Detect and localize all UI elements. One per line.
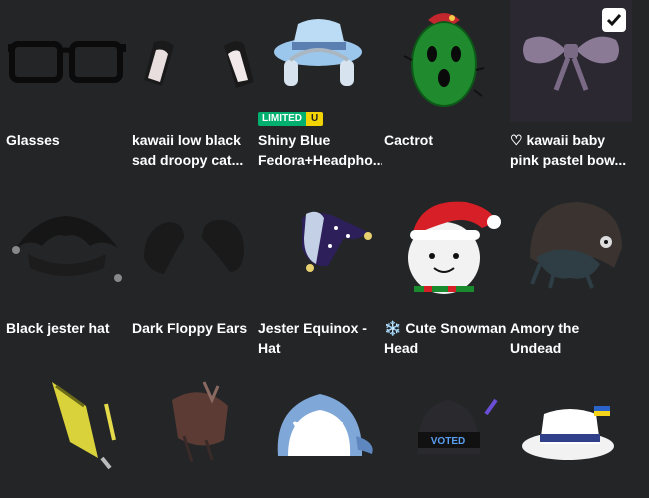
item-card-jester-equinox[interactable]: Jester Equinox - Hat (258, 188, 380, 358)
voted-beanie-image: VOTED (417, 398, 498, 454)
cat-ears-image (144, 40, 254, 88)
item-thumbnail[interactable] (510, 0, 632, 122)
voted-label: VOTED (431, 436, 465, 447)
item-name[interactable]: ❄️ Cute Snowman Head (384, 318, 508, 358)
item-thumbnail[interactable] (258, 188, 380, 310)
item-thumbnail[interactable] (510, 188, 632, 310)
item-card-kawaii-bow[interactable]: ♡ kawaii baby pink pastel bow... (510, 0, 632, 170)
item-card-cactrot[interactable]: Cactrot (384, 0, 506, 150)
glasses-image (8, 41, 126, 83)
jester-hat-image (12, 216, 122, 282)
item-thumbnail[interactable] (132, 0, 254, 122)
item-name[interactable]: ♡ kawaii baby pink pastel bow... (510, 130, 634, 170)
item-thumbnail[interactable]: VOTED (384, 376, 506, 498)
brown-hat-image (172, 381, 228, 463)
item-name[interactable]: Dark Floppy Ears (132, 318, 256, 338)
item-card-row3-1[interactable] (6, 376, 128, 498)
item-thumbnail[interactable] (6, 376, 128, 498)
item-name[interactable]: Black jester hat (6, 318, 130, 338)
item-thumbnail[interactable] (6, 188, 128, 310)
item-thumbnail[interactable] (384, 0, 506, 122)
item-card-glasses[interactable]: Glasses (6, 0, 128, 150)
item-thumbnail[interactable] (258, 376, 380, 498)
item-card-row3-3[interactable] (258, 376, 380, 498)
item-name[interactable]: Glasses (6, 130, 130, 150)
item-card-cute-snowman[interactable]: ❄️ Cute Snowman Head (384, 188, 506, 358)
item-thumbnail[interactable] (132, 376, 254, 498)
item-card-row3-4[interactable]: VOTED (384, 376, 506, 498)
limited-u-badge: LIMITED U (258, 112, 324, 126)
item-card-cat-ears[interactable]: kawaii low black sad droopy cat... (132, 0, 254, 170)
jester-equinox-image (302, 211, 372, 272)
floppy-ears-image (144, 219, 244, 274)
item-card-shiny-blue-fedora[interactable]: LIMITED U Shiny Blue Fedora+Headpho... (258, 0, 382, 170)
accessory-grid: Glasses kawaii low black sad droopy cat.… (0, 0, 649, 486)
item-thumbnail[interactable] (6, 0, 128, 122)
item-card-row3-2[interactable] (132, 376, 254, 498)
item-card-row3-5[interactable] (510, 376, 632, 498)
limited-label: LIMITED (258, 112, 306, 126)
checkmark-icon (606, 14, 622, 27)
cactrot-image (403, 13, 485, 107)
snowman-head-image (408, 201, 501, 294)
shark-hood-image (277, 394, 373, 456)
item-thumbnail[interactable] (132, 188, 254, 310)
item-name[interactable]: kawaii low black sad droopy cat... (132, 130, 256, 170)
item-thumbnail[interactable] (510, 376, 632, 498)
fedora-headphones-image (274, 19, 362, 86)
item-card-dark-floppy-ears[interactable]: Dark Floppy Ears (132, 188, 254, 338)
white-fedora-image (522, 406, 614, 460)
item-thumbnail[interactable]: LIMITED U (258, 0, 380, 126)
item-card-amory-necromancer[interactable]: Amory the Undead Necromancer -... (510, 188, 632, 358)
item-thumbnail[interactable] (384, 188, 506, 310)
item-name[interactable]: Amory the Undead Necromancer -... (510, 318, 634, 358)
unique-label: U (306, 112, 324, 126)
selected-checkbox[interactable] (602, 8, 626, 32)
item-name[interactable]: Shiny Blue Fedora+Headpho... (258, 130, 382, 170)
item-name[interactable]: Jester Equinox - Hat (258, 318, 382, 358)
necromancer-hood-image (530, 202, 622, 289)
yellow-harp-image (52, 382, 116, 470)
item-card-black-jester-hat[interactable]: Black jester hat (6, 188, 128, 338)
item-name[interactable]: Cactrot (384, 130, 508, 150)
